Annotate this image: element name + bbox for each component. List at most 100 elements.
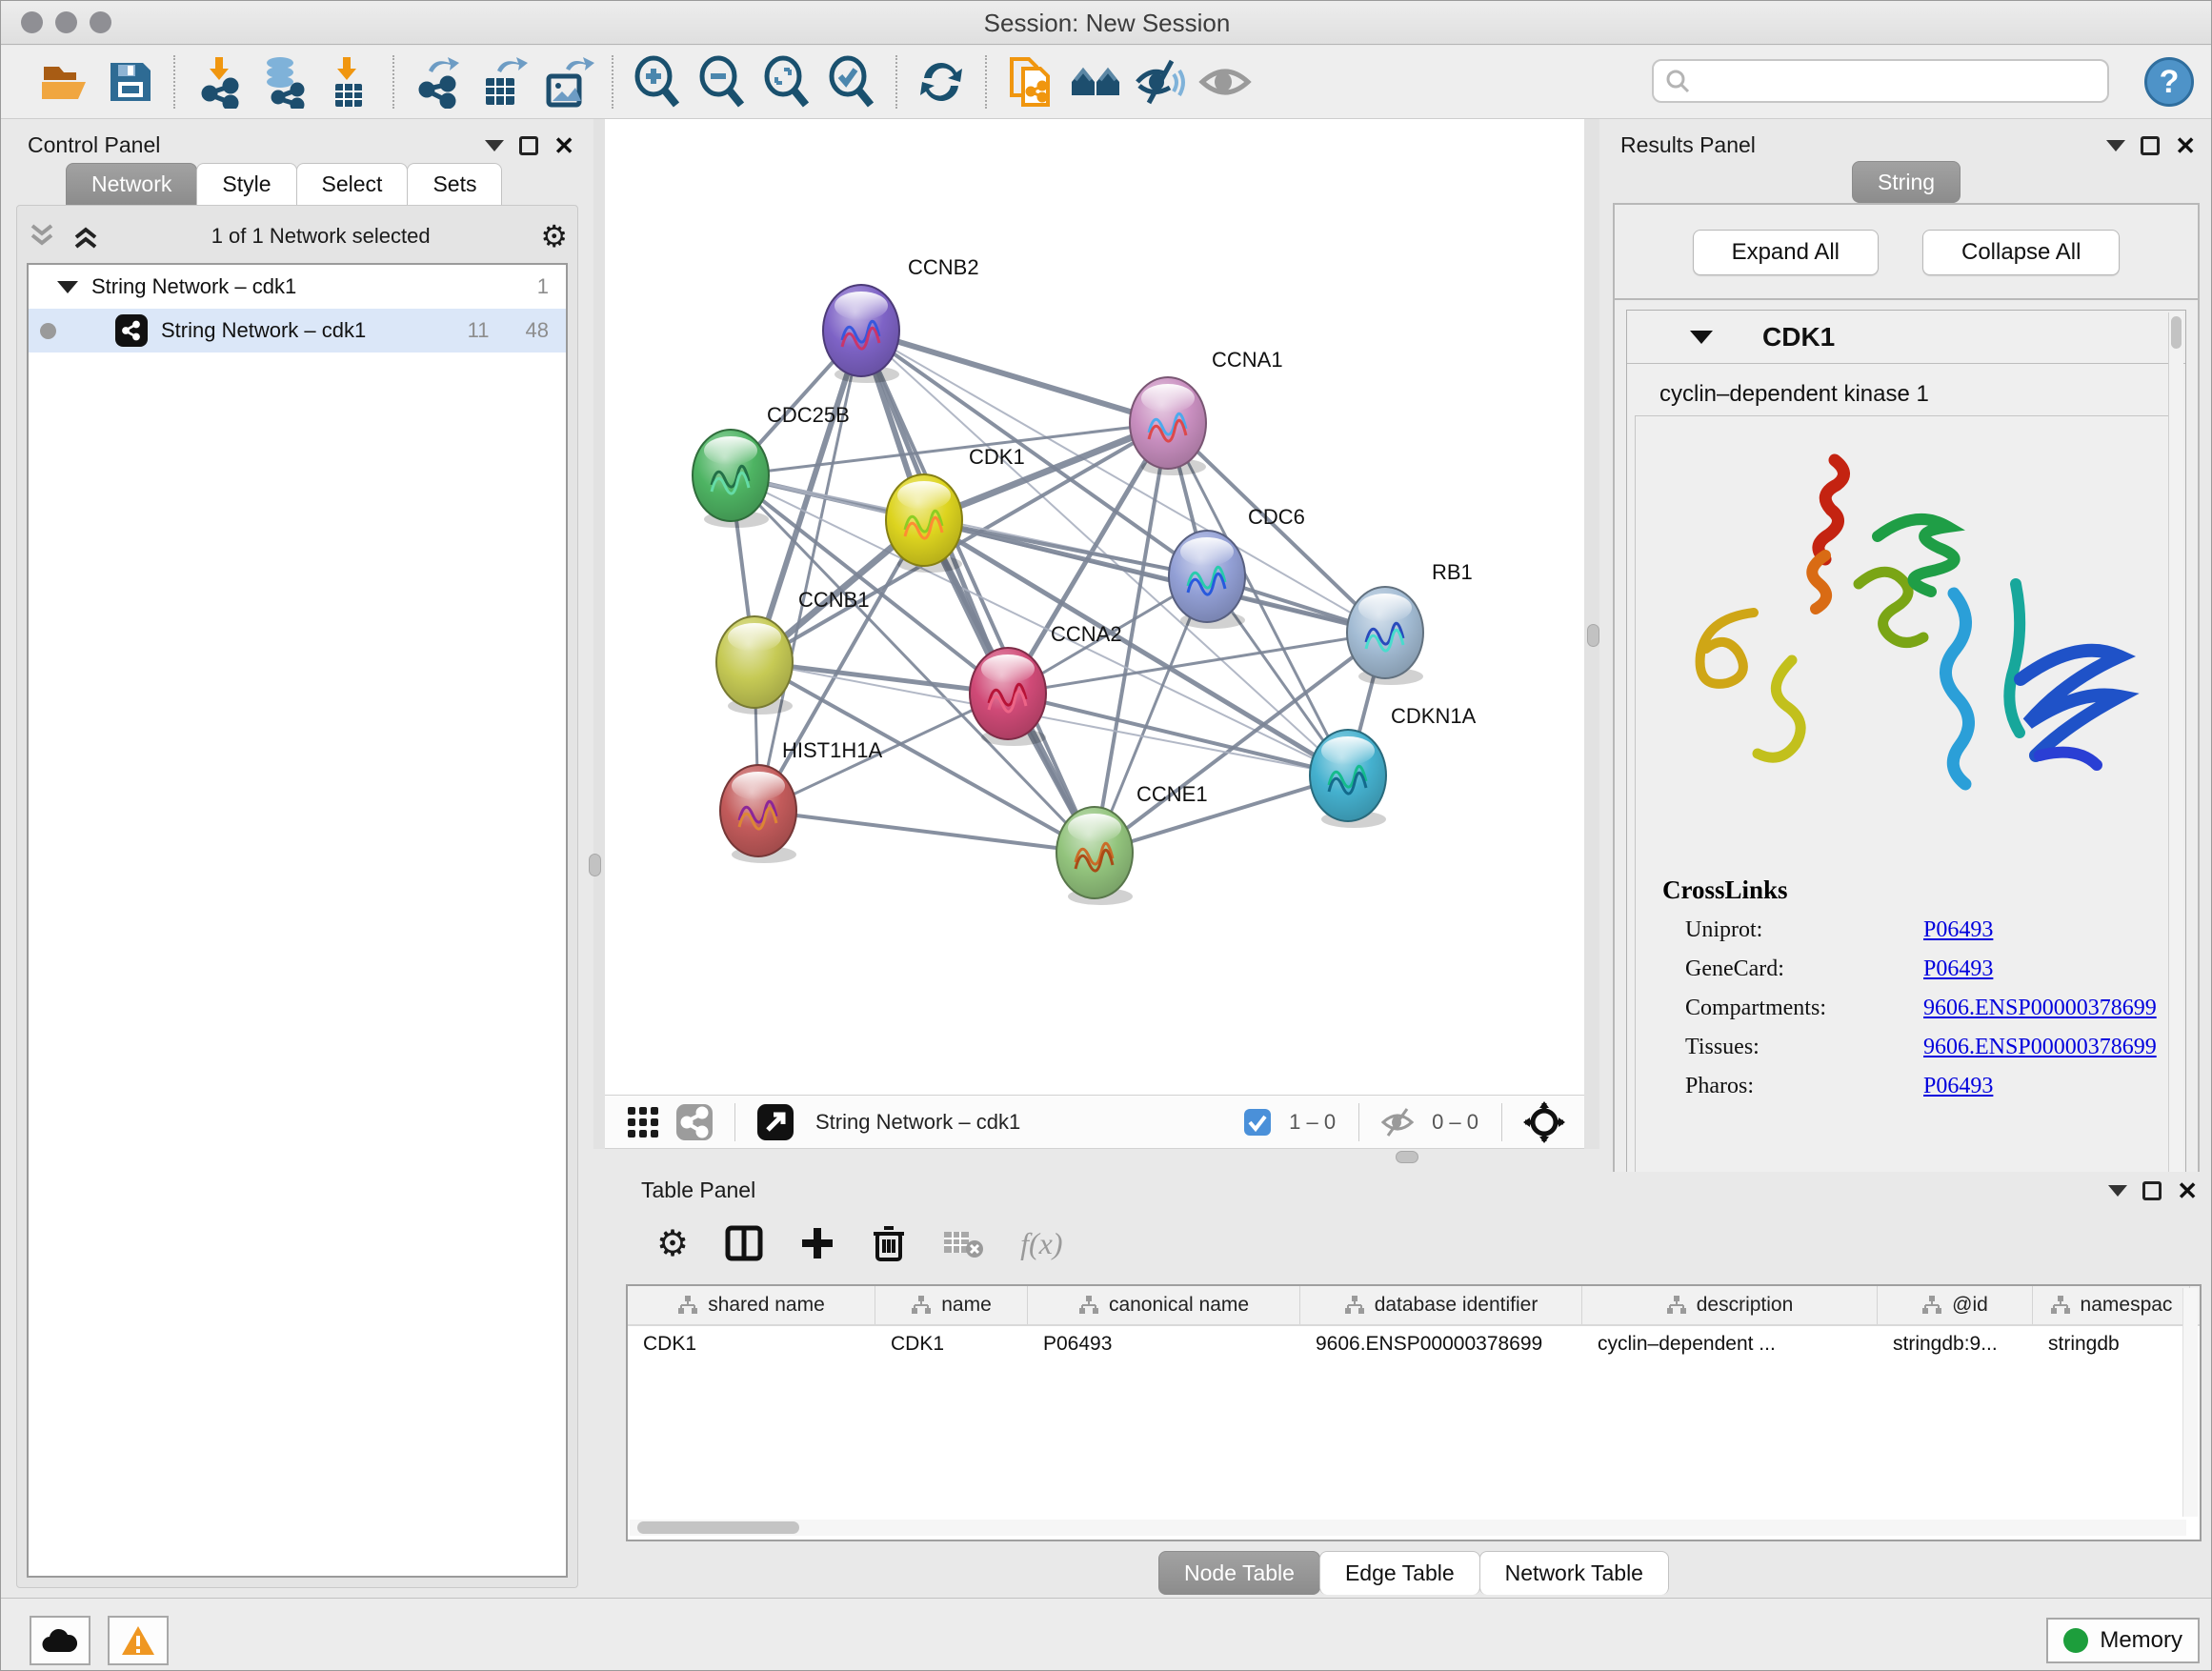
panel-close-icon[interactable]: ✕: [553, 136, 574, 155]
network-node-CDKN1A[interactable]: CDKN1A: [1310, 704, 1477, 828]
import-network-database-icon[interactable]: [256, 54, 312, 110]
table-cell[interactable]: 9606.ENSP00000378699: [1300, 1326, 1582, 1364]
string-enable-glass-icon[interactable]: [1133, 54, 1188, 110]
panel-menu-icon[interactable]: [2108, 1185, 2127, 1197]
network-canvas[interactable]: CCNB2CCNA1CDC25BCDK1CDC6RB1CCNB1CCNA2CDK…: [605, 119, 1584, 1095]
results-scrollbar[interactable]: [2168, 312, 2183, 1208]
crosslink-link[interactable]: P06493: [1923, 917, 1993, 943]
add-column-icon[interactable]: [799, 1225, 835, 1261]
node-label: CCNA1: [1212, 348, 1283, 372]
table-cell[interactable]: stringdb: [2033, 1326, 2190, 1364]
gene-section-header[interactable]: CDK1: [1627, 311, 2185, 364]
network-collection-row[interactable]: String Network – cdk1 1: [29, 265, 566, 309]
column-header-namespac[interactable]: namespac: [2033, 1286, 2190, 1324]
collapse-all-icon[interactable]: [27, 222, 57, 251]
grid-view-icon[interactable]: [626, 1105, 660, 1139]
cloud-status-button[interactable]: [30, 1616, 90, 1665]
crosslink-row: GeneCard:P06493: [1636, 950, 2177, 989]
section-collapse-icon[interactable]: [1690, 331, 1713, 344]
show-columns-icon[interactable]: [725, 1224, 763, 1262]
open-session-icon[interactable]: [37, 54, 92, 110]
string-home-icon[interactable]: [1068, 54, 1123, 110]
tab-node-table[interactable]: Node Table: [1158, 1551, 1320, 1595]
network-node-RB1[interactable]: RB1: [1347, 560, 1473, 685]
network-row[interactable]: String Network – cdk1 11 48: [29, 309, 566, 352]
node-label: CDC6: [1248, 505, 1305, 529]
search-input[interactable]: [1690, 69, 2090, 93]
column-header-canonical-name[interactable]: canonical name: [1028, 1286, 1300, 1324]
right-splitter-handle[interactable]: [1587, 624, 1599, 647]
import-table-icon[interactable]: [321, 54, 376, 110]
tab-string[interactable]: String: [1852, 161, 1961, 203]
column-header-name[interactable]: name: [875, 1286, 1028, 1324]
network-node-CCNE1[interactable]: CCNE1: [1056, 782, 1208, 905]
expand-all-icon[interactable]: [70, 222, 101, 251]
zoom-selected-icon[interactable]: [824, 54, 879, 110]
tab-network[interactable]: Network: [66, 163, 197, 205]
string-view-icon[interactable]: [675, 1103, 714, 1141]
panel-close-icon[interactable]: ✕: [2175, 136, 2196, 155]
tab-edge-table[interactable]: Edge Table: [1319, 1551, 1480, 1595]
crosslink-link[interactable]: P06493: [1923, 1074, 1993, 1099]
panel-float-icon[interactable]: [2142, 1181, 2162, 1200]
column-header-description[interactable]: description: [1582, 1286, 1878, 1324]
tab-network-table[interactable]: Network Table: [1479, 1551, 1669, 1595]
collection-expand-icon[interactable]: [57, 281, 78, 293]
network-node-CCNB2[interactable]: CCNB2: [823, 255, 979, 383]
table-cell[interactable]: CDK1: [628, 1326, 875, 1364]
network-options-gear-icon[interactable]: ⚙: [540, 218, 568, 254]
table-cell[interactable]: CDK1: [875, 1326, 1028, 1364]
left-splitter[interactable]: [593, 119, 605, 1149]
column-header--id[interactable]: @id: [1878, 1286, 2033, 1324]
network-node-HIST1H1A[interactable]: HIST1H1A: [720, 738, 882, 863]
open-in-window-icon[interactable]: [756, 1103, 794, 1141]
crosslink-link[interactable]: P06493: [1923, 956, 1993, 982]
panel-menu-icon[interactable]: [2106, 140, 2125, 151]
table-horizontal-scrollbar[interactable]: [630, 1520, 2186, 1536]
zoom-fit-icon[interactable]: [759, 54, 814, 110]
warnings-button[interactable]: [108, 1616, 169, 1665]
table-row[interactable]: CDK1CDK1P064939606.ENSP00000378699cyclin…: [628, 1326, 2200, 1364]
left-splitter-handle[interactable]: [589, 854, 601, 876]
tab-sets[interactable]: Sets: [407, 163, 502, 205]
table-options-gear-icon[interactable]: ⚙: [656, 1222, 689, 1265]
save-session-icon[interactable]: [102, 54, 157, 110]
delete-table-icon[interactable]: [942, 1226, 984, 1260]
memory-button[interactable]: Memory: [2046, 1618, 2200, 1663]
expand-all-button[interactable]: Expand All: [1693, 230, 1879, 275]
network-node-CCNA1[interactable]: CCNA1: [1130, 348, 1283, 475]
zoom-out-icon[interactable]: [694, 54, 750, 110]
panel-float-icon[interactable]: [519, 136, 538, 155]
network-from-selection-icon[interactable]: [1003, 54, 1058, 110]
delete-column-icon[interactable]: [872, 1224, 906, 1262]
panel-close-icon[interactable]: ✕: [2177, 1181, 2198, 1200]
bottom-splitter-handle[interactable]: [1396, 1151, 1418, 1163]
table-cell[interactable]: P06493: [1028, 1326, 1300, 1364]
birds-eye-view-icon[interactable]: [1523, 1101, 1565, 1143]
help-button[interactable]: ?: [2144, 57, 2194, 107]
crosslink-link[interactable]: 9606.ENSP00000378699: [1923, 996, 2157, 1021]
memory-status-dot: [2063, 1628, 2088, 1653]
export-table-icon[interactable]: [475, 54, 531, 110]
tab-style[interactable]: Style: [196, 163, 296, 205]
crosslink-link[interactable]: 9606.ENSP00000378699: [1923, 1035, 2157, 1060]
collapse-all-button[interactable]: Collapse All: [1922, 230, 2120, 275]
show-graphics-details-icon[interactable]: [1197, 54, 1253, 110]
panel-menu-icon[interactable]: [485, 140, 504, 151]
export-image-icon[interactable]: [540, 54, 595, 110]
table-cell[interactable]: cyclin–dependent ...: [1582, 1326, 1878, 1364]
current-network-name: String Network – cdk1: [815, 1110, 1236, 1135]
table-vertical-scrollbar[interactable]: [2182, 1288, 2198, 1517]
panel-float-icon[interactable]: [2141, 136, 2160, 155]
import-network-file-icon[interactable]: [191, 54, 247, 110]
apply-layout-icon[interactable]: [914, 54, 969, 110]
column-header-shared-name[interactable]: shared name: [628, 1286, 875, 1324]
tab-select[interactable]: Select: [296, 163, 409, 205]
column-header-database-identifier[interactable]: database identifier: [1300, 1286, 1582, 1324]
table-cell[interactable]: stringdb:9...: [1878, 1326, 2033, 1364]
selected-checkbox-icon[interactable]: [1243, 1108, 1272, 1137]
node-table: shared namenamecanonical namedatabase id…: [626, 1284, 2202, 1541]
zoom-in-icon[interactable]: [630, 54, 685, 110]
function-builder-icon[interactable]: f(x): [1020, 1226, 1062, 1261]
export-network-icon[interactable]: [411, 54, 466, 110]
